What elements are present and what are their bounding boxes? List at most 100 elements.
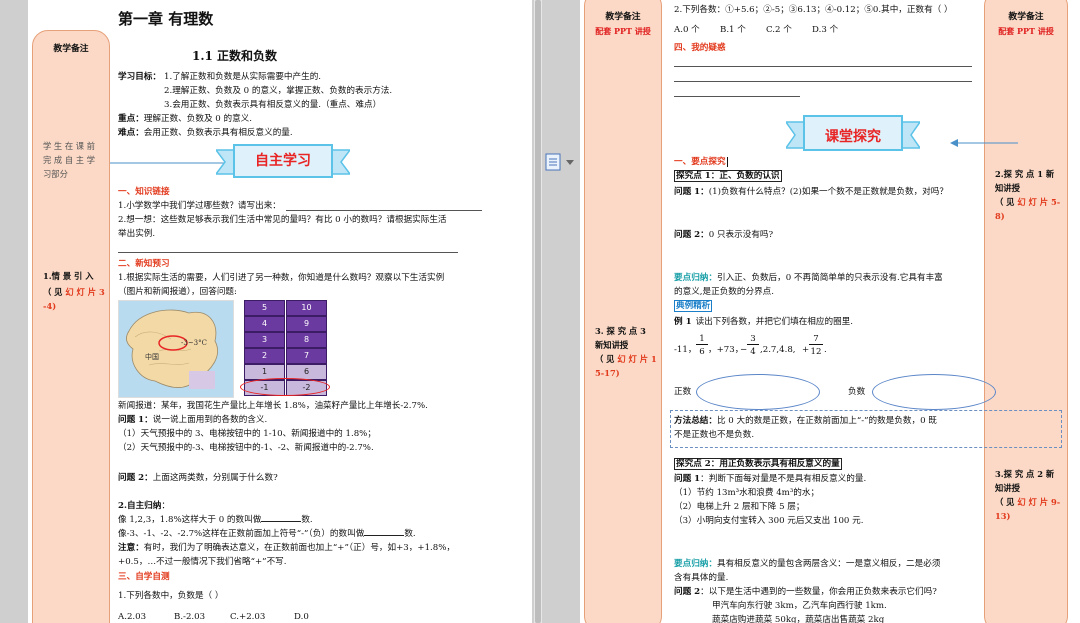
test-option: C.2 个	[766, 25, 792, 35]
weather-map-image: -3~3°C 中国	[118, 300, 234, 398]
key-summary: 要点归纳：引入正、负数后，0 不再简简单单的只表示没有.它具有丰富	[674, 273, 943, 283]
difficulty-point: 难点：会用正数、负数表示具有相反意义的量.	[118, 128, 293, 138]
right-page: 教学备注 配套 PPT 讲授 3. 探 究 点 3 新知讲授 （ 见 幻 灯 片…	[580, 0, 1080, 623]
inquiry-question: 问题 2：以下是生活中遇到的一些数量，你会用正负数来表示它们吗?	[674, 587, 937, 597]
answer-line	[674, 81, 972, 82]
objective-item: 1.了解正数和负数是从实际需要中产生的.	[164, 72, 322, 82]
sidebar-note-heading: 2.探 究 点 1 新知讲授	[995, 169, 1055, 193]
answer-line	[674, 96, 800, 97]
question-1: 问题 1：说一说上面用到的各数的含义.	[118, 415, 268, 425]
paragraph-text: 1.根据实际生活的需要，人们引进了另一种数，你知道是什么数吗？观察以下生活实例	[118, 273, 445, 283]
test-option: C.+2.03	[230, 612, 266, 622]
answer-line	[118, 252, 458, 253]
answer-line	[674, 66, 972, 67]
inquiry-question: 问题 1：(1)负数有什么特点？(2)如果一个数不是正数就是负数，对吗？	[674, 187, 948, 197]
elevator-button: 9	[286, 316, 327, 332]
fraction: 34	[747, 334, 759, 357]
objective-item: 2.理解正数、负数及 0 的意义，掌握正数、负数的表示方法.	[164, 86, 393, 96]
note-line: 注意：有时，我们为了明确表达意义，在正数前面也加上“+”（正）号，如+3，+1.…	[118, 543, 455, 553]
test-option: A.2.03	[118, 612, 147, 622]
example-1: 例 1 读出下列各数，并把它们填在相应的圈里.	[674, 317, 853, 327]
sidebar-title: 教学备注	[605, 12, 641, 22]
section-self-test: 三、自学自测	[118, 572, 170, 582]
objectives-label: 学习目标：	[118, 72, 161, 82]
left-page: 教学备注 学 生 在 课 前 完 成 自 主 学 习部分 1.情 景 引 入 （…	[28, 0, 532, 623]
map-shape-icon	[125, 309, 218, 389]
sidebar-note-heading: 1.情 景 引 入	[43, 271, 94, 281]
question-text: 举出实例.	[118, 229, 156, 239]
highlight-ellipse	[240, 378, 330, 396]
elevator-button: 2	[244, 348, 285, 364]
example-numbers: ，+73，	[708, 345, 744, 355]
objective-item: 3.会用正数、负数表示具有相反意义的量.（重点、难点）	[164, 100, 382, 110]
summary-line: 像 1,2,3，1.8%这样大于 0 的数叫做 数.	[118, 515, 313, 525]
example-numbers: .	[824, 345, 827, 355]
sidebar-subtitle: 配套 PPT 讲授	[595, 26, 651, 36]
answer-line	[286, 210, 482, 211]
summary-line: 像-3、-1、-2、-2.7%这样在正数前面加上符号“-”（负）的数叫做 数.	[118, 529, 416, 539]
right-page-right-sidebar: 教学备注 配套 PPT 讲授 2.探 究 点 1 新知讲授 （ 见 幻 灯 片 …	[984, 0, 1068, 623]
example-numbers: ,2.7,4.8,	[760, 345, 796, 355]
left-page-sidebar: 教学备注 学 生 在 课 前 完 成 自 主 学 习部分 1.情 景 引 入 （…	[32, 30, 110, 623]
layout-glyph-icon	[545, 153, 574, 171]
sidebar-note-ref: （ 见 幻 灯 片 9-13)	[995, 497, 1061, 521]
elevator-panel-image: 5 10 4 9 3 8 2 7 1 6 -1 -2	[240, 300, 330, 396]
test-option: D.0	[294, 612, 309, 622]
question-1-item: （2）天气预报中的-3、电梯按钮中的-1、-2、新闻报道中的-2.7%.	[118, 443, 374, 453]
elevator-button: 4	[244, 316, 285, 332]
elevator-button: 10	[286, 300, 327, 316]
key-summary: 含有具体的量.	[674, 573, 729, 583]
method-summary: 方法总结：比 0 大的数是正数，在正数前面加上“-”的数是负数，0 既	[674, 416, 937, 426]
fraction: 16	[696, 334, 708, 357]
test-option: D.3 个	[812, 25, 839, 35]
question-text: 1.小学数学中我们学过哪些数？请写出来：	[118, 201, 281, 211]
sidebar-title: 教学备注	[1008, 12, 1044, 22]
right-page-left-sidebar: 教学备注 配套 PPT 讲授 3. 探 究 点 3 新知讲授 （ 见 幻 灯 片…	[584, 0, 662, 623]
section-preview: 二、新知预习	[118, 259, 170, 269]
key-point: 重点：理解正数、负数及 0 的意义.	[118, 114, 252, 124]
banner-self-study: 自主学习	[255, 153, 311, 169]
map-country-label: 中国	[145, 353, 159, 361]
key-summary: 要点归纳：具有相反意义的量包含两层含义：一是意义相反，二是必须	[674, 559, 941, 569]
elevator-button: 8	[286, 332, 327, 348]
note-line: +0.5，…不过一般情况下我们省略“+”不写.	[118, 557, 287, 567]
text-cursor	[726, 156, 729, 167]
negative-numbers-ellipse	[872, 374, 996, 410]
sidebar-note: 学 生 在 课 前 完 成 自 主 学 习部分	[43, 141, 96, 179]
section-knowledge-link: 一、知识链接	[118, 187, 170, 197]
negative-label: 负数	[848, 387, 866, 397]
example-numbers: -11，	[674, 345, 697, 355]
chapter-title: 第一章 有理数	[118, 10, 214, 28]
key-summary: 的意义,是正负数的分界点.	[674, 287, 774, 297]
inquiry-point-2-title: 探究点 2：用正负数表示具有相反意义的量	[674, 458, 842, 470]
scrollbar-thumb[interactable]	[535, 0, 541, 623]
paragraph-text: （图片和新闻报道），回答问题:	[118, 287, 237, 297]
banner-class-inquiry: 课堂探究	[825, 129, 881, 145]
fraction: 7 12	[809, 334, 823, 357]
section-key-points: 一、要点探究	[674, 156, 729, 168]
inquiry-question: 问题 1：判断下面每对量是不是具有相反意义的量.	[674, 474, 867, 484]
sidebar-note-heading: 3.探 究 点 2 新知讲授	[995, 469, 1055, 493]
positive-label: 正数	[674, 387, 692, 397]
page-layout-icon[interactable]	[544, 152, 578, 172]
test-question: 1.下列各数中，负数是（ ）	[118, 591, 224, 601]
sidebar-subtitle: 配套 PPT 讲授	[998, 26, 1054, 36]
test-option: A.0 个	[674, 25, 700, 35]
question-text: 2.下列各数：①+5.6；②-5；③6.13；④-0.12；⑤0.其中，正数有（…	[674, 5, 953, 15]
chevron-down-icon	[566, 160, 574, 165]
positive-numbers-ellipse	[696, 374, 820, 410]
section-my-doubts: 四、我的疑惑	[674, 43, 726, 53]
sidebar-note-ref: （ 见 幻 灯 片 3-4)	[43, 287, 105, 311]
example-box: 典例精析	[674, 300, 713, 312]
sidebar-note-ref: （ 见 幻 灯 片 5-8)	[995, 197, 1061, 221]
sidebar-title: 教学备注	[53, 44, 89, 54]
sidebar-note-heading: 3. 探 究 点 3 新知讲授	[595, 326, 646, 350]
elevator-button: 7	[286, 348, 327, 364]
inquiry-item: （2）电梯上升 2 层和下降 5 层；	[674, 502, 805, 512]
summary-heading: 2.自主归纳：	[118, 501, 170, 511]
inquiry-question: 问题 2：0 只表示没有吗?	[674, 230, 774, 240]
inquiry-item: 蔬菜店购进蔬菜 50kg，蔬菜店出售蔬菜 2kg	[712, 615, 885, 623]
method-summary: 不是正数也不是负数.	[674, 430, 755, 440]
news-text: 新闻报道：某年，我国花生产量比上年增长 1.8%，油菜籽产量比上年增长-2.7%…	[118, 401, 428, 411]
test-option: B.-2.03	[174, 612, 206, 622]
